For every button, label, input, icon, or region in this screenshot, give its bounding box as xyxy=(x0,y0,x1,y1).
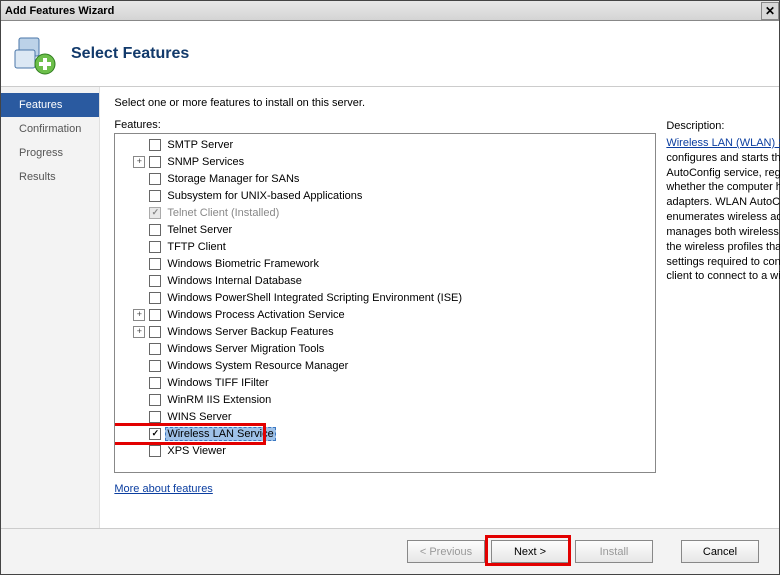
feature-label[interactable]: Telnet Server xyxy=(165,224,234,236)
step-progress[interactable]: Progress xyxy=(1,141,99,165)
steps-sidebar: FeaturesConfirmationProgressResults xyxy=(1,87,100,528)
expander-icon[interactable]: + xyxy=(133,326,145,338)
feature-checkbox[interactable] xyxy=(149,275,161,287)
wizard-footer: < Previous Next > Install Cancel xyxy=(1,528,779,574)
feature-row[interactable]: Windows Internal Database xyxy=(119,272,655,289)
cancel-button[interactable]: Cancel xyxy=(681,540,759,563)
feature-checkbox[interactable] xyxy=(149,156,161,168)
feature-label[interactable]: Windows Server Backup Features xyxy=(165,326,335,338)
feature-label[interactable]: TFTP Client xyxy=(165,241,227,253)
feature-row[interactable]: WINS Server xyxy=(119,408,655,425)
feature-checkbox[interactable] xyxy=(149,360,161,372)
features-tree[interactable]: SMTP Server + SNMP Services Storage Manager… xyxy=(114,133,656,473)
feature-checkbox[interactable] xyxy=(149,309,161,321)
feature-label[interactable]: SMTP Server xyxy=(165,139,235,151)
feature-label[interactable]: SNMP Services xyxy=(165,156,246,168)
page-title: Select Features xyxy=(71,45,189,63)
feature-label[interactable]: Storage Manager for SANs xyxy=(165,173,301,185)
feature-checkbox xyxy=(149,207,161,219)
feature-label[interactable]: Windows Biometric Framework xyxy=(165,258,321,270)
wizard-icon xyxy=(13,32,57,76)
description-label: Description: xyxy=(666,119,780,134)
feature-label[interactable]: WINS Server xyxy=(165,411,233,423)
feature-label[interactable]: Windows Process Activation Service xyxy=(165,309,346,321)
feature-checkbox[interactable] xyxy=(149,411,161,423)
feature-row[interactable]: Storage Manager for SANs xyxy=(119,170,655,187)
wizard-window: Add Features Wizard ✕ Select Features Fe… xyxy=(0,0,780,575)
feature-checkbox[interactable] xyxy=(149,241,161,253)
feature-checkbox[interactable] xyxy=(149,258,161,270)
more-about-features: More about features xyxy=(114,483,656,495)
page-header: Select Features xyxy=(1,21,779,87)
feature-row[interactable]: Telnet Server xyxy=(119,221,655,238)
feature-label[interactable]: Subsystem for UNIX-based Applications xyxy=(165,190,364,202)
feature-checkbox[interactable] xyxy=(149,326,161,338)
titlebar: Add Features Wizard ✕ xyxy=(1,1,779,21)
feature-checkbox[interactable] xyxy=(149,377,161,389)
feature-label[interactable]: Windows System Resource Manager xyxy=(165,360,350,372)
instruction-text: Select one or more features to install o… xyxy=(114,97,780,109)
feature-label[interactable]: Wireless LAN Service xyxy=(165,427,275,441)
feature-checkbox[interactable] xyxy=(149,139,161,151)
feature-checkbox[interactable] xyxy=(149,173,161,185)
feature-row[interactable]: Windows Server Migration Tools xyxy=(119,340,655,357)
wizard-body: FeaturesConfirmationProgressResults Sele… xyxy=(1,87,779,528)
content-columns: Features: SMTP Server + SNMP Services Stora… xyxy=(114,119,780,520)
feature-checkbox[interactable] xyxy=(149,224,161,236)
feature-row[interactable]: Wireless LAN Service xyxy=(119,425,655,442)
main-panel: Select one or more features to install o… xyxy=(100,87,780,528)
step-confirmation[interactable]: Confirmation xyxy=(1,117,99,141)
previous-button[interactable]: < Previous xyxy=(407,540,485,563)
feature-checkbox[interactable] xyxy=(149,190,161,202)
feature-row[interactable]: WinRM IIS Extension xyxy=(119,391,655,408)
feature-label[interactable]: Windows Server Migration Tools xyxy=(165,343,326,355)
next-button[interactable]: Next > xyxy=(491,540,569,563)
window-title: Add Features Wizard xyxy=(5,5,761,17)
description-body: configures and starts the WLAN AutoConfi… xyxy=(666,152,780,283)
feature-row[interactable]: Windows TIFF IFilter xyxy=(119,374,655,391)
feature-row[interactable]: Subsystem for UNIX-based Applications xyxy=(119,187,655,204)
expander-icon[interactable]: + xyxy=(133,156,145,168)
step-features[interactable]: Features xyxy=(1,93,99,117)
expander-icon[interactable]: + xyxy=(133,309,145,321)
feature-row[interactable]: TFTP Client xyxy=(119,238,655,255)
feature-label[interactable]: Windows Internal Database xyxy=(165,275,304,287)
features-column: Features: SMTP Server + SNMP Services Stora… xyxy=(114,119,656,520)
description-link[interactable]: Wireless LAN (WLAN) Service xyxy=(666,137,780,149)
feature-row[interactable]: SMTP Server xyxy=(119,136,655,153)
feature-label[interactable]: XPS Viewer xyxy=(165,445,228,457)
feature-label[interactable]: Windows PowerShell Integrated Scripting … xyxy=(165,292,464,304)
close-icon: ✕ xyxy=(765,5,775,17)
close-button[interactable]: ✕ xyxy=(761,2,779,20)
feature-checkbox[interactable] xyxy=(149,394,161,406)
feature-checkbox[interactable] xyxy=(149,445,161,457)
feature-row[interactable]: + SNMP Services xyxy=(119,153,655,170)
feature-checkbox[interactable] xyxy=(149,428,161,440)
install-button[interactable]: Install xyxy=(575,540,653,563)
step-results[interactable]: Results xyxy=(1,165,99,189)
feature-row[interactable]: Telnet Client (Installed) xyxy=(119,204,655,221)
feature-row[interactable]: Windows Biometric Framework xyxy=(119,255,655,272)
features-label: Features: xyxy=(114,119,656,131)
feature-label[interactable]: Telnet Client (Installed) xyxy=(165,207,281,219)
feature-row[interactable]: XPS Viewer xyxy=(119,442,655,459)
description-text: Wireless LAN (WLAN) Service configures a… xyxy=(666,136,780,284)
description-column: Description: Wireless LAN (WLAN) Service… xyxy=(666,119,780,520)
feature-label[interactable]: Windows TIFF IFilter xyxy=(165,377,270,389)
feature-checkbox[interactable] xyxy=(149,292,161,304)
feature-row[interactable]: Windows System Resource Manager xyxy=(119,357,655,374)
more-about-features-link[interactable]: More about features xyxy=(114,483,212,495)
feature-row[interactable]: + Windows Server Backup Features xyxy=(119,323,655,340)
feature-checkbox[interactable] xyxy=(149,343,161,355)
feature-row[interactable]: + Windows Process Activation Service xyxy=(119,306,655,323)
feature-row[interactable]: Windows PowerShell Integrated Scripting … xyxy=(119,289,655,306)
feature-label[interactable]: WinRM IIS Extension xyxy=(165,394,273,406)
